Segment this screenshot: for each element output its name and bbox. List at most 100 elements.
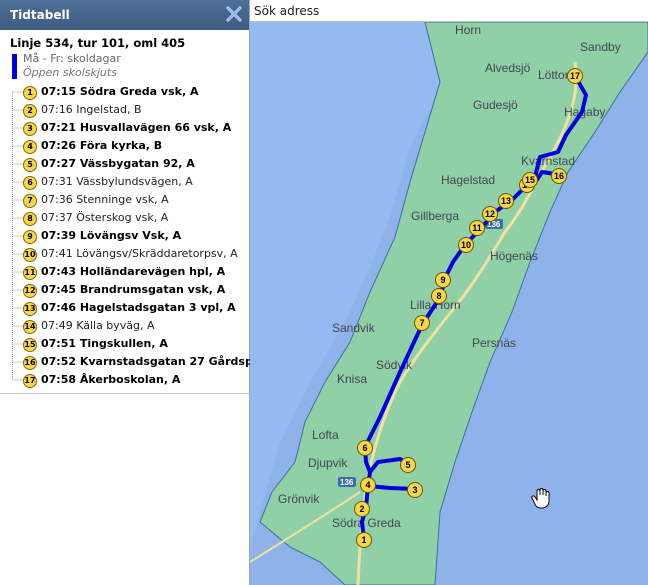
stop-number-badge: 9 <box>23 230 37 244</box>
place-hogenas: Högenäs <box>490 249 538 263</box>
route-info: Linje 534, tur 101, oml 405 Må - Fr: sko… <box>10 36 245 82</box>
map-stop-number: 2 <box>359 504 364 514</box>
map-stop-number: 6 <box>362 443 367 453</box>
map-canvas[interactable]: 136 136 Horn Sandby Alvedsjö Löttorp Gud… <box>250 22 648 585</box>
map-stop-marker[interactable]: 3 <box>407 482 423 498</box>
place-gronvik: Grönvik <box>278 492 320 506</box>
map-stop-number: 17 <box>570 71 580 81</box>
route-days: Må - Fr: skoldagar <box>23 52 121 65</box>
stop-list: 1 07:15 Södra Greda vsk, A 2 07:16 Ingelsta… <box>9 83 288 389</box>
map-stop-marker[interactable]: 11 <box>469 220 485 236</box>
stop-number-badge: 8 <box>23 212 37 226</box>
map-stop-number: 11 <box>472 223 482 233</box>
map-stop-number: 13 <box>501 196 511 206</box>
stop-row[interactable]: 4 07:26 Föra kyrka, B <box>9 137 247 155</box>
stop-label: 07:41 Lövängsv/Skräddaretorpsv, A <box>41 247 238 260</box>
map-stop-marker[interactable]: 15 <box>522 172 538 188</box>
stop-number-badge: 3 <box>23 122 37 136</box>
map-stop-number: 9 <box>440 275 445 285</box>
stop-label: 07:39 Lövängsv Vsk, A <box>41 229 182 242</box>
stop-number-badge: 2 <box>23 104 37 118</box>
stop-label: 07:58 Åkerboskolan, A <box>41 373 181 386</box>
place-sandby: Sandby <box>580 40 621 54</box>
map-stop-marker[interactable]: 1 <box>356 532 372 548</box>
stop-number-badge: 15 <box>23 338 37 352</box>
stop-number-badge: 7 <box>23 194 37 208</box>
map-stop-number: 7 <box>419 318 424 328</box>
place-djupvik: Djupvik <box>308 456 348 470</box>
stop-row[interactable]: 13 07:46 Hagelstadsgatan 3 vpl, A <box>9 299 247 317</box>
close-x-icon[interactable] <box>225 5 243 23</box>
stop-row[interactable]: 12 07:45 Brandrumsgatan vsk, A <box>9 281 247 299</box>
map-stop-number: 16 <box>554 171 564 181</box>
map-stop-marker[interactable]: 13 <box>498 193 514 209</box>
map-stop-marker[interactable]: 17 <box>567 68 583 84</box>
place-alvedsjo: Alvedsjö <box>485 61 531 75</box>
stop-row[interactable]: 10 07:41 Lövängsv/Skräddaretorpsv, A <box>9 245 247 263</box>
stop-number-badge: 6 <box>23 176 37 190</box>
stop-row[interactable]: 3 07:21 Husvallavägen 66 vsk, A <box>9 119 247 137</box>
panel-title: Tidtabell <box>10 8 70 22</box>
address-search-input[interactable] <box>254 2 624 20</box>
stop-row[interactable]: 11 07:43 Holländarevägen hpl, A <box>9 263 247 281</box>
stop-row[interactable]: 14 07:49 Källa byväg, A <box>9 317 247 335</box>
map-stop-marker[interactable]: 12 <box>482 206 498 222</box>
stop-row[interactable]: 15 07:51 Tingskullen, A <box>9 335 247 353</box>
place-sodragreda: Södra Greda <box>332 516 401 530</box>
route-line-row: Må - Fr: skoldagar Öppen skolskjuts <box>10 52 245 82</box>
map-stop-number: 1 <box>361 535 366 545</box>
place-persnas: Persnäs <box>472 336 516 350</box>
stop-label: 07:46 Hagelstadsgatan 3 vpl, A <box>41 301 236 314</box>
stop-number-badge: 11 <box>23 266 37 280</box>
route-note: Öppen skolskjuts <box>23 66 117 79</box>
map-stop-marker[interactable]: 9 <box>435 272 451 288</box>
stop-row[interactable]: 5 07:27 Vässbygatan 92, A <box>9 155 247 173</box>
stop-label: 07:45 Brandrumsgatan vsk, A <box>41 283 226 296</box>
stop-row[interactable]: 6 07:31 Vässbylundsvägen, A <box>9 173 247 191</box>
map-stop-marker[interactable]: 5 <box>400 457 416 473</box>
map-stop-number: 4 <box>365 480 370 490</box>
map-stop-marker[interactable]: 2 <box>354 501 370 517</box>
place-gudesjo: Gudesjö <box>473 98 518 112</box>
place-hagelstad: Hagelstad <box>441 173 495 187</box>
stop-number-badge: 5 <box>23 158 37 172</box>
stop-row[interactable]: 9 07:39 Lövängsv Vsk, A <box>9 227 247 245</box>
place-knisa: Knisa <box>337 372 367 386</box>
stop-label: 07:31 Vässbylundsvägen, A <box>41 175 193 188</box>
stop-row[interactable]: 7 07:36 Stenninge vsk, A <box>9 191 247 209</box>
route-title: Linje 534, tur 101, oml 405 <box>10 36 186 50</box>
stop-number-badge: 10 <box>23 248 37 262</box>
route-color-swatch <box>12 54 17 79</box>
search-bar <box>250 0 648 22</box>
panel-divider <box>0 393 249 394</box>
stop-label: 07:26 Föra kyrka, B <box>41 139 163 152</box>
place-sandvik: Sandvik <box>332 321 376 335</box>
stop-row[interactable]: 16 07:52 Kvarnstadsgatan 27 Gårdsplan, A <box>9 353 288 371</box>
stop-number-badge: 4 <box>23 140 37 154</box>
stop-label: 07:27 Vässbygatan 92, A <box>41 157 195 170</box>
stop-row[interactable]: 2 07:16 Ingelstad, B <box>9 101 247 119</box>
stop-label: 07:16 Ingelstad, B <box>41 103 142 116</box>
map-stop-number: 3 <box>412 485 417 495</box>
panel-header: Tidtabell <box>0 0 249 30</box>
road-shield-136: 136 <box>338 477 356 487</box>
stop-label: 07:51 Tingskullen, A <box>41 337 168 350</box>
timetable-panel: Tidtabell Linje 534, tur 101, oml 405 Må… <box>0 0 288 585</box>
map-stop-number: 15 <box>525 175 535 185</box>
stop-row[interactable]: 8 07:37 Österskog vsk, A <box>9 209 247 227</box>
stop-number-badge: 13 <box>23 302 37 316</box>
stop-row[interactable]: 17 07:58 Åkerboskolan, A <box>9 371 247 389</box>
map-stop-marker[interactable]: 10 <box>458 237 474 253</box>
stop-label: 07:21 Husvallavägen 66 vsk, A <box>41 121 232 134</box>
svg-text:136: 136 <box>340 478 354 487</box>
map-view[interactable]: 136 136 Horn Sandby Alvedsjö Löttorp Gud… <box>250 22 648 585</box>
map-stop-marker[interactable]: 6 <box>357 440 373 456</box>
place-lofta: Lofta <box>312 428 339 442</box>
stop-row[interactable]: 1 07:15 Södra Greda vsk, A <box>9 83 247 101</box>
map-stop-marker[interactable]: 8 <box>431 288 447 304</box>
map-stop-marker[interactable]: 4 <box>360 477 376 493</box>
stop-label: 07:43 Holländarevägen hpl, A <box>41 265 226 278</box>
map-stop-marker[interactable]: 16 <box>551 168 567 184</box>
stop-label: 07:15 Södra Greda vsk, A <box>41 85 199 98</box>
map-stop-marker[interactable]: 7 <box>414 315 430 331</box>
